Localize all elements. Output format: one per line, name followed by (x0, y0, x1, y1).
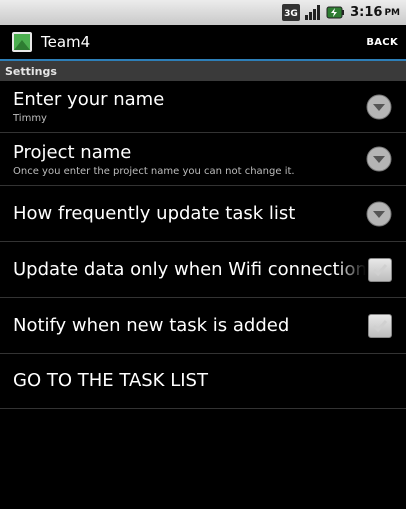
checkmark-icon (372, 319, 388, 332)
battery-charging-icon (326, 6, 345, 19)
text-fade (336, 242, 366, 297)
pref-title: How frequently update task list (13, 202, 296, 224)
settings-section-header: Settings (0, 61, 406, 81)
pref-update-frequency[interactable]: How frequently update task list (0, 186, 406, 242)
app-title: Team4 (41, 33, 91, 51)
pref-title: Project name (13, 141, 132, 163)
back-button[interactable]: BACK (366, 37, 398, 48)
wifi-only-checkbox[interactable] (368, 257, 392, 282)
pref-summary: Once you enter the project name you can … (13, 165, 295, 177)
section-title: Settings (5, 64, 57, 78)
title-bar: Team4 BACK (0, 25, 406, 61)
dropdown-icon[interactable] (366, 146, 392, 172)
pref-enter-name[interactable]: Enter your name Timmy (0, 81, 406, 133)
notify-checkbox[interactable] (368, 313, 392, 338)
pref-notify-new-task[interactable]: Notify when new task is added (0, 298, 406, 354)
pref-summary: Timmy (13, 113, 47, 124)
checkmark-icon (372, 263, 388, 276)
status-bar: 3G 3:16 PM (0, 0, 406, 25)
dropdown-icon[interactable] (366, 201, 392, 227)
pref-wifi-only[interactable]: Update data only when Wifi connection is (0, 242, 406, 298)
pref-title: Update data only when Wifi connection is (13, 258, 388, 280)
network-3g-icon: 3G (282, 4, 301, 21)
clock-ampm: PM (384, 7, 400, 18)
app-icon (12, 32, 32, 52)
clock-time: 3:16 (350, 5, 383, 20)
signal-strength-icon (305, 5, 321, 20)
pref-go-to-task-list[interactable]: GO TO THE TASK LIST (0, 354, 406, 409)
pref-title: GO TO THE TASK LIST (13, 370, 208, 391)
pref-project-name[interactable]: Project name Once you enter the project … (0, 133, 406, 186)
pref-title: Enter your name (13, 89, 165, 110)
svg-text:3G: 3G (284, 9, 298, 19)
dropdown-icon[interactable] (366, 94, 392, 120)
pref-title: Notify when new task is added (13, 314, 290, 336)
